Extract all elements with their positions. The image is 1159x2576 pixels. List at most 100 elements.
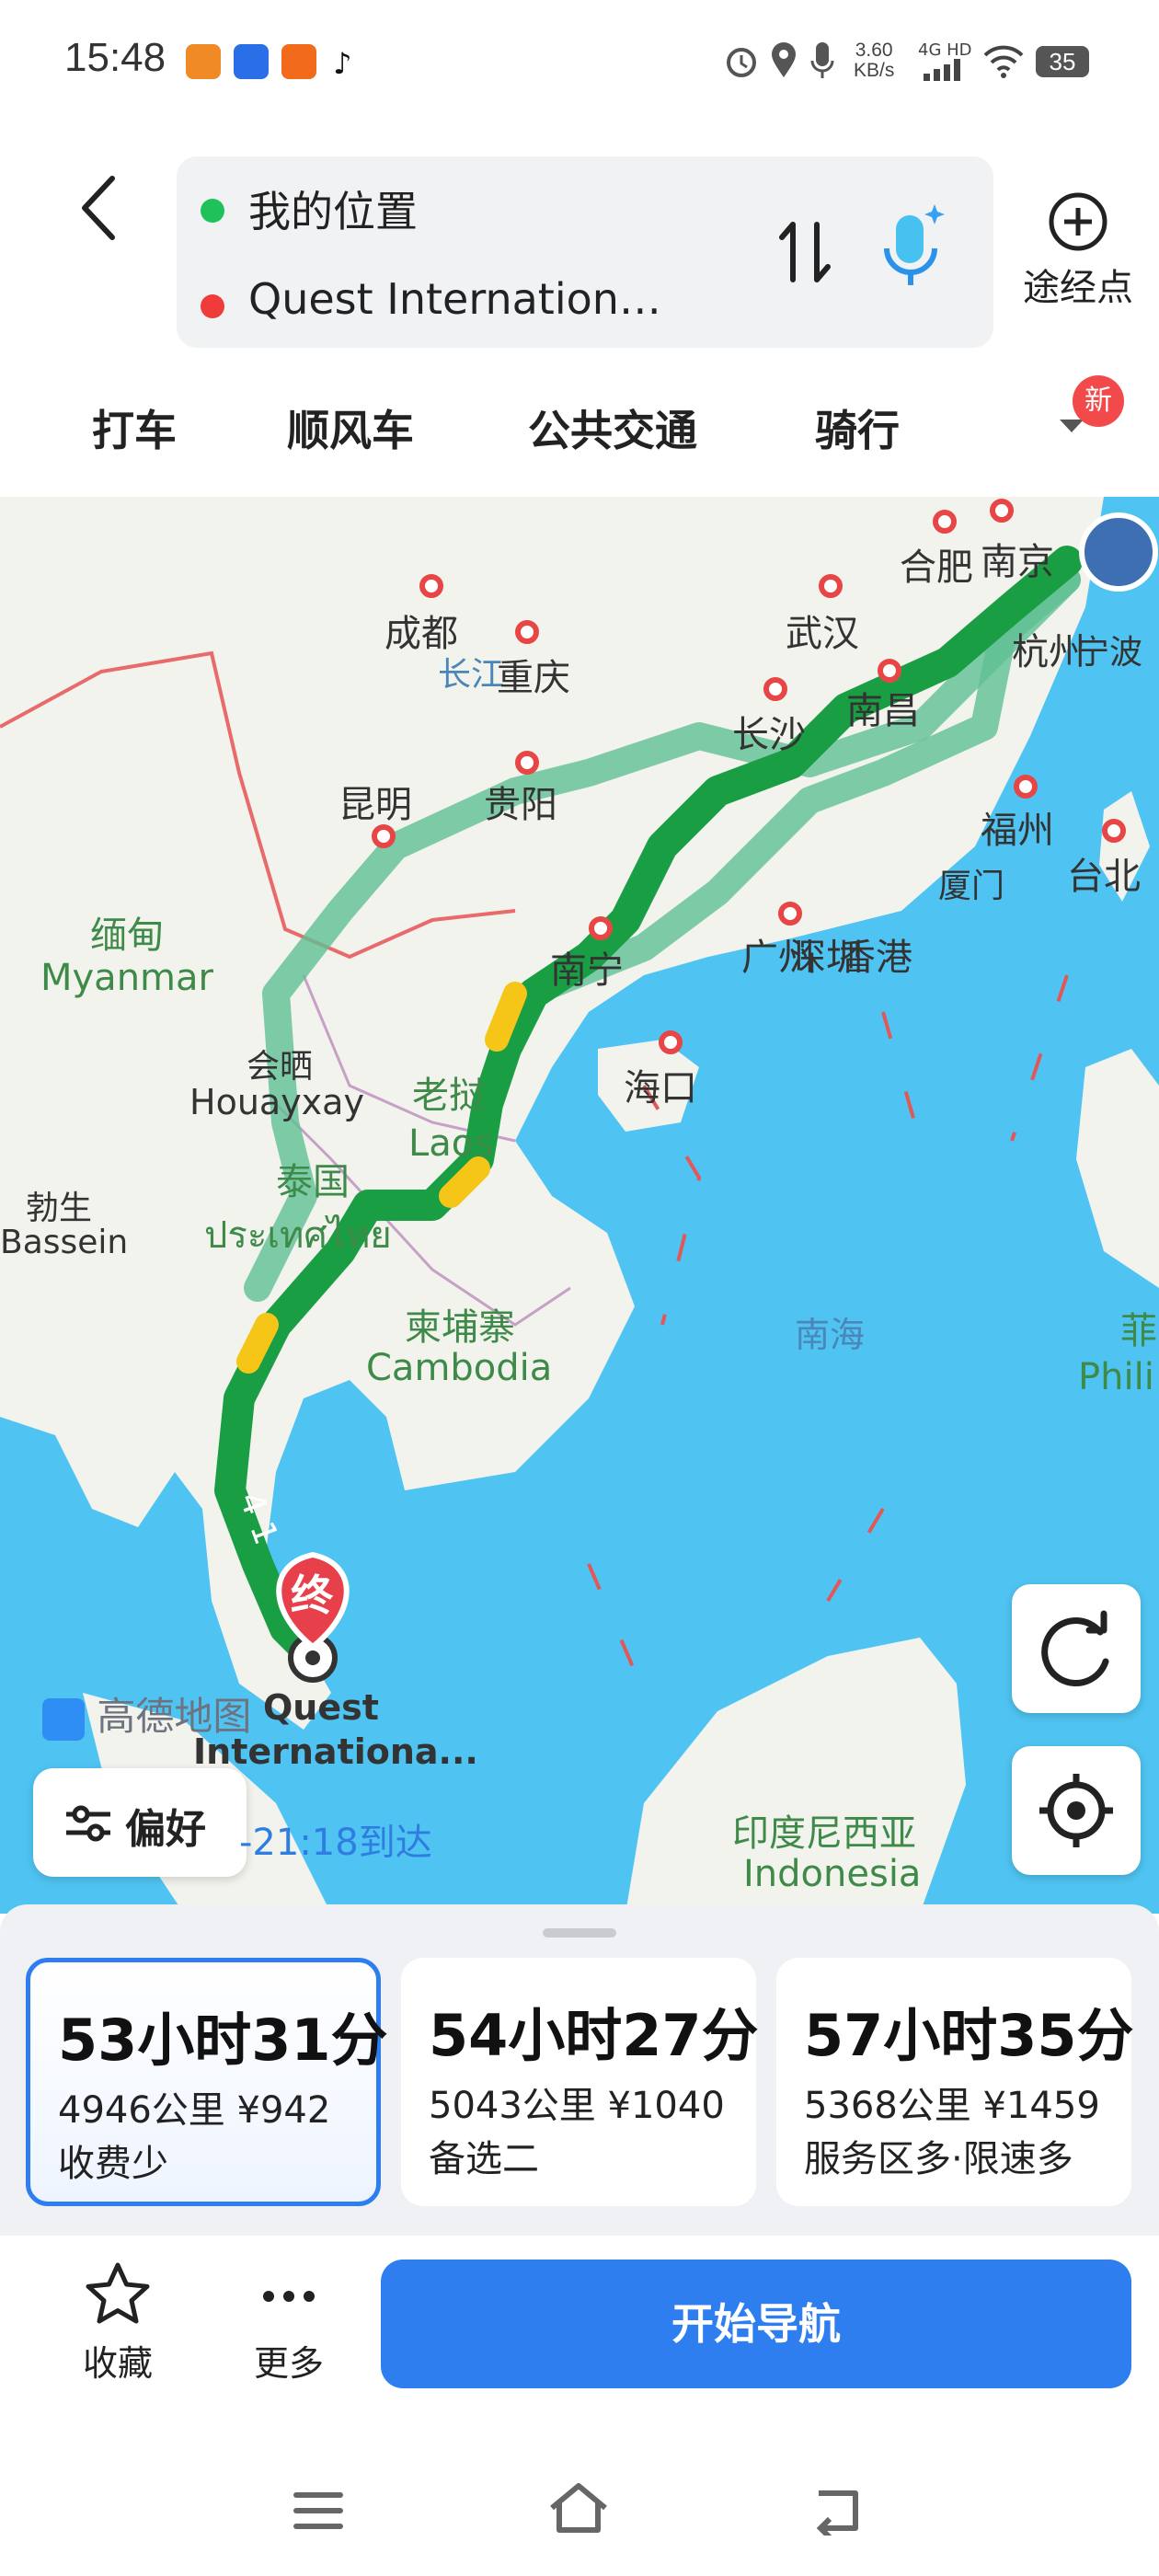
my-location-button[interactable] [1012,1746,1141,1875]
city-pin [763,677,787,701]
back-icon[interactable] [809,2484,865,2536]
location-icon [772,42,796,77]
map-label-bosheng: 勃生 [26,1190,93,1227]
destination-end-marker: 终 [291,1570,333,1620]
city-pin [515,620,539,644]
add-circle-icon [1049,192,1107,251]
map-label-xiamen: 厦门 [938,868,1005,905]
route-distance: 4946公里 [58,2089,225,2132]
status-time: 15:48 [64,35,166,80]
alarm-icon [727,48,756,77]
refresh-icon [1041,1610,1109,1686]
route-tag: 服务区多·限速多 [804,2138,1073,2180]
map-label-chongqing: 重庆 [497,657,570,699]
system-navigation-bar [0,2447,1159,2576]
map-label-laowo: 老挝 [412,1075,486,1117]
map-label-myanmar: Myanmar [40,957,213,999]
tiktok-icon: ♪ [333,46,352,81]
route-duration: 57小时35分 [804,2002,1134,2069]
signal-icon [924,59,960,81]
app-notification-icon [281,44,316,79]
map-label-guiyang: 贵阳 [484,784,557,826]
tab-public-transit[interactable]: 公共交通 [528,397,697,458]
map-label-kunming: 昆明 [339,784,412,826]
route-distance: 5368公里 [804,2085,971,2127]
map-label-phili: Phili [1078,1356,1154,1398]
status-bar: 15:48 ♪ 3.60 KB/s 4G HD 35 [0,0,1159,125]
net-speed-unit: KB/s [854,60,895,81]
route-input-box[interactable]: 我的位置 Quest Internation… [177,156,993,348]
city-pin [990,499,1014,523]
map-label-nanjing: 南京 [981,541,1054,583]
city-pin [1102,819,1126,843]
route-option-card[interactable]: 54小时27分 5043公里 ¥1040 备选二 [401,1958,759,2206]
preference-label: 偏好 [125,1806,206,1853]
origin-field[interactable]: 我的位置 [248,178,418,239]
route-duration: 54小时27分 [429,2002,759,2069]
map-label-wuhan: 武汉 [786,613,859,655]
swap-route-icon[interactable] [773,215,837,289]
destination-dot [201,294,224,318]
refresh-button[interactable] [1012,1584,1141,1713]
map-label-jianpuzhai: 柬埔寨 [405,1306,515,1349]
city-pin [589,916,613,940]
back-arrow-icon[interactable] [72,171,127,245]
more-button[interactable]: 更多 [224,2258,353,2386]
net-speed: 3.60 KB/s [854,40,894,81]
city-pin [819,574,843,598]
map-label-changjiang: 长江 [438,656,505,694]
arrival-time: -21:18到达 [239,1822,432,1864]
tab-taxi[interactable]: 打车 [92,397,177,458]
map-label-yinni: 印度尼西亚 [732,1812,916,1855]
locate-icon [1039,1774,1113,1847]
map-label-fei: 菲 [1120,1310,1157,1352]
mic-icon [810,42,834,78]
route-cost: ¥1459 [982,2085,1100,2127]
map-label-ningbo: 宁波 [1076,634,1143,672]
map-label-bassein: Bassein [0,1224,129,1261]
settings-sliders-icon [66,1805,110,1842]
route-tag: 收费少 [58,2143,168,2185]
sheet-drag-handle[interactable] [543,1928,616,1938]
city-pin [659,1030,683,1054]
map-label-changsha: 长沙 [732,714,806,756]
map-label-haikou: 海口 [624,1067,697,1110]
city-pin [933,510,957,534]
route-tag: 备选二 [429,2138,539,2180]
route-duration: 53小时31分 [58,2007,388,2074]
favorite-label: 收藏 [82,2343,153,2384]
menu-icon[interactable] [291,2488,346,2534]
map-label-huixi: 会晒 [247,1048,314,1086]
map-label-hangzhou: 杭州 [1012,631,1085,673]
amap-logo-icon [42,1697,85,1741]
route-distance: 5043公里 [429,2085,596,2127]
voice-input-icon[interactable] [874,201,947,293]
wifi-icon [983,45,1024,78]
map-label-miandian: 缅甸 [90,914,164,957]
city-pin [878,659,901,683]
start-navigation-button[interactable]: 开始导航 [381,2260,1131,2388]
city-pin [419,574,443,598]
destination-field[interactable]: Quest Internation… [248,274,763,324]
city-pin [778,902,802,926]
favorite-button[interactable]: 收藏 [53,2258,182,2386]
route-option-card[interactable]: 57小时35分 5368公里 ¥1459 服务区多·限速多 [776,1958,1134,2206]
tab-cycling[interactable]: 骑行 [815,397,900,458]
more-dots-icon [263,2291,315,2302]
tab-carpool[interactable]: 顺风车 [287,397,414,458]
destination-map-label-1: Quest [263,1687,379,1728]
home-icon[interactable] [546,2480,611,2536]
map-label-nanhai: 南海 [795,1315,866,1355]
city-pin [515,751,539,775]
add-waypoint-button[interactable]: 途经点 [1019,190,1137,311]
route-option-card[interactable]: 53小时31分 4946公里 ¥942 收费少 [26,1958,388,2206]
map-label-thai: ประเทศไทย [204,1214,392,1257]
route-cost: ¥942 [236,2089,331,2132]
map-label-nanning: 南宁 [550,949,624,992]
battery-indicator: 35 [1036,46,1089,77]
preference-button[interactable]: 偏好 [33,1768,247,1877]
map-label-houayxay: Houayxay [189,1082,364,1122]
network-type: 4G HD [918,40,972,60]
waypoint-label: 途经点 [1023,267,1133,309]
map-label-indonesia: Indonesia [743,1853,922,1895]
